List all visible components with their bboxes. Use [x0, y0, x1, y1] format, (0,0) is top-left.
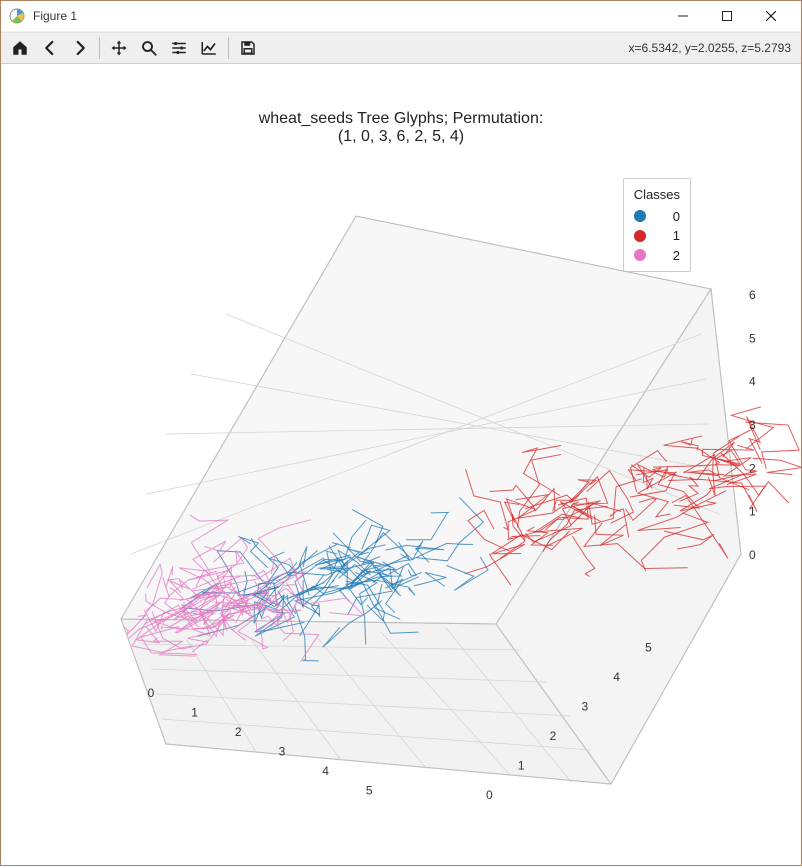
- toolbar-separator: [228, 37, 229, 59]
- zoom-button[interactable]: [134, 34, 164, 62]
- minimize-icon: [678, 11, 688, 21]
- pan-button[interactable]: [104, 34, 134, 62]
- svg-text:1: 1: [749, 505, 756, 519]
- plot-svg: 0 1 2 3 4 5 0 1 2 3 4 5 0 1 2 3 4 5 6: [1, 64, 801, 868]
- svg-text:0: 0: [749, 548, 756, 562]
- svg-text:5: 5: [366, 783, 373, 797]
- svg-text:3: 3: [279, 744, 286, 758]
- matplotlib-icon: [9, 8, 25, 24]
- arrow-right-icon: [71, 38, 89, 58]
- svg-text:3: 3: [581, 700, 588, 714]
- save-button[interactable]: [233, 34, 263, 62]
- configure-subplots-button[interactable]: [164, 34, 194, 62]
- svg-text:0: 0: [148, 686, 155, 700]
- save-icon: [239, 38, 257, 58]
- toolbar: x=6.5342, y=2.0255, z=5.2793: [1, 32, 801, 64]
- close-button[interactable]: [749, 1, 793, 31]
- svg-text:0: 0: [486, 788, 493, 802]
- edit-axis-button[interactable]: [194, 34, 224, 62]
- figure-window: Figure 1: [0, 0, 802, 866]
- svg-text:4: 4: [613, 670, 620, 684]
- home-icon: [11, 38, 29, 58]
- move-icon: [110, 38, 128, 58]
- svg-text:5: 5: [645, 641, 652, 655]
- plot-canvas[interactable]: wheat_seeds Tree Glyphs; Permutation: (1…: [1, 64, 801, 865]
- z-axis-ticks: 0 1 2 3 4 5 6: [749, 288, 756, 562]
- svg-text:2: 2: [550, 729, 557, 743]
- back-button[interactable]: [35, 34, 65, 62]
- home-button[interactable]: [5, 34, 35, 62]
- close-icon: [766, 11, 776, 21]
- chart-line-icon: [200, 38, 218, 58]
- svg-text:4: 4: [749, 375, 756, 389]
- toolbar-separator: [99, 37, 100, 59]
- arrow-left-icon: [41, 38, 59, 58]
- maximize-button[interactable]: [705, 1, 749, 31]
- svg-text:1: 1: [191, 705, 198, 719]
- minimize-button[interactable]: [661, 1, 705, 31]
- svg-text:1: 1: [518, 759, 525, 773]
- forward-button[interactable]: [65, 34, 95, 62]
- window-title: Figure 1: [33, 9, 77, 23]
- cursor-coordinates: x=6.5342, y=2.0255, z=5.2793: [629, 41, 797, 55]
- maximize-icon: [722, 11, 732, 21]
- zoom-icon: [140, 38, 158, 58]
- titlebar: Figure 1: [1, 1, 801, 32]
- svg-text:2: 2: [749, 461, 756, 475]
- sliders-icon: [170, 38, 188, 58]
- svg-text:3: 3: [749, 418, 756, 432]
- svg-text:5: 5: [749, 331, 756, 345]
- svg-text:2: 2: [235, 725, 242, 739]
- svg-text:6: 6: [749, 288, 756, 302]
- svg-text:4: 4: [322, 764, 329, 778]
